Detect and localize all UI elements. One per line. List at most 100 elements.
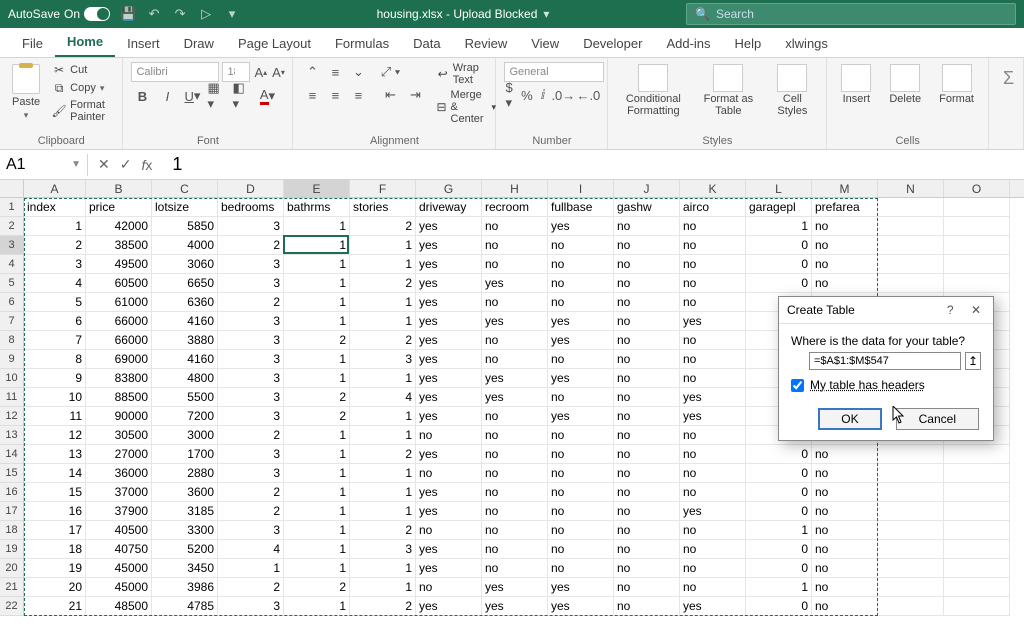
ok-button[interactable]: OK [818,408,881,430]
cell[interactable]: 18 [24,540,86,559]
cell[interactable]: no [680,445,746,464]
cell[interactable]: 2 [218,578,284,597]
cell[interactable] [944,502,1010,521]
cell[interactable]: no [614,445,680,464]
cell[interactable]: 5850 [152,217,218,236]
col-header[interactable]: M [812,180,878,197]
row-header[interactable]: 11 [0,388,23,407]
cell[interactable]: no [812,521,878,540]
cell[interactable]: yes [548,597,614,616]
cell[interactable]: no [812,502,878,521]
cell[interactable]: 1 [218,559,284,578]
cell[interactable]: 3 [218,597,284,616]
cell[interactable]: yes [482,369,548,388]
col-header[interactable]: J [614,180,680,197]
cell[interactable]: gashw [614,198,680,217]
orientation-icon[interactable]: ⤢ ▾ [379,62,401,82]
redo-icon[interactable]: ↷ [172,6,188,22]
cell[interactable]: 1 [24,217,86,236]
cell[interactable]: no [812,274,878,293]
cell[interactable]: no [614,350,680,369]
cell[interactable]: 17 [24,521,86,540]
cell[interactable]: no [812,559,878,578]
cell[interactable]: 0 [746,445,812,464]
cell[interactable]: 2 [284,578,350,597]
cell[interactable]: 4 [218,540,284,559]
cell[interactable]: 8 [24,350,86,369]
cell[interactable]: 5200 [152,540,218,559]
row-header[interactable]: 14 [0,445,23,464]
cell[interactable]: bedrooms [218,198,284,217]
cell[interactable]: 88500 [86,388,152,407]
save-icon[interactable]: 💾 [120,6,136,22]
cell[interactable]: yes [416,274,482,293]
cell[interactable]: 1 [350,483,416,502]
wrap-text-button[interactable]: ↩Wrap Text [436,62,496,86]
paste-button[interactable]: Paste ▾ [8,62,44,123]
cell[interactable] [944,578,1010,597]
cell[interactable] [878,540,944,559]
select-all-corner[interactable] [0,180,24,197]
cell[interactable]: no [812,597,878,616]
cell[interactable]: yes [416,293,482,312]
row-header[interactable]: 9 [0,350,23,369]
cell[interactable]: 3300 [152,521,218,540]
cell[interactable]: 3600 [152,483,218,502]
cell[interactable] [944,559,1010,578]
cell[interactable]: 1 [284,350,350,369]
cell[interactable]: lotsize [152,198,218,217]
row-header[interactable]: 3 [0,236,23,255]
cell[interactable]: 1 [350,426,416,445]
cell[interactable]: 1 [284,236,350,255]
cell[interactable]: 1 [284,597,350,616]
cell[interactable]: price [86,198,152,217]
cell[interactable]: yes [548,331,614,350]
tab-help[interactable]: Help [723,30,774,57]
cell[interactable]: 2 [24,236,86,255]
cell[interactable]: no [548,559,614,578]
cell[interactable]: yes [482,274,548,293]
cell[interactable]: no [548,426,614,445]
cell[interactable]: no [614,464,680,483]
cell[interactable]: 2 [350,331,416,350]
cell[interactable]: 4160 [152,350,218,369]
cell[interactable]: recroom [482,198,548,217]
cell[interactable]: 0 [746,502,812,521]
cell[interactable]: 12 [24,426,86,445]
row-header[interactable]: 20 [0,559,23,578]
cell[interactable] [944,464,1010,483]
cell[interactable] [878,217,944,236]
cell[interactable]: no [482,502,548,521]
cell[interactable]: no [812,236,878,255]
cell[interactable]: no [482,559,548,578]
tab-home[interactable]: Home [55,28,115,57]
cell[interactable]: yes [680,597,746,616]
cell[interactable]: 3 [218,217,284,236]
col-header[interactable]: N [878,180,944,197]
cell[interactable]: yes [416,407,482,426]
col-header[interactable]: O [944,180,1010,197]
cell[interactable]: 7200 [152,407,218,426]
col-header[interactable]: L [746,180,812,197]
cell[interactable]: 0 [746,255,812,274]
cell[interactable]: no [548,540,614,559]
cell[interactable]: 20 [24,578,86,597]
cell[interactable]: yes [416,236,482,255]
cell[interactable]: no [680,255,746,274]
cell[interactable]: no [680,540,746,559]
cell[interactable]: 38500 [86,236,152,255]
quickaccess-icon[interactable]: ▷ [198,6,214,22]
cell[interactable]: 11 [24,407,86,426]
tab-formulas[interactable]: Formulas [323,30,401,57]
col-header[interactable]: E [284,180,350,197]
row-header[interactable]: 8 [0,331,23,350]
cell[interactable]: no [482,445,548,464]
cell[interactable] [944,540,1010,559]
cell[interactable]: no [614,426,680,445]
cell[interactable] [944,236,1010,255]
cell[interactable]: no [812,255,878,274]
insert-cells-button[interactable]: Insert [835,62,877,107]
tab-view[interactable]: View [519,30,571,57]
cell[interactable]: no [680,483,746,502]
format-cells-button[interactable]: Format [933,62,980,107]
